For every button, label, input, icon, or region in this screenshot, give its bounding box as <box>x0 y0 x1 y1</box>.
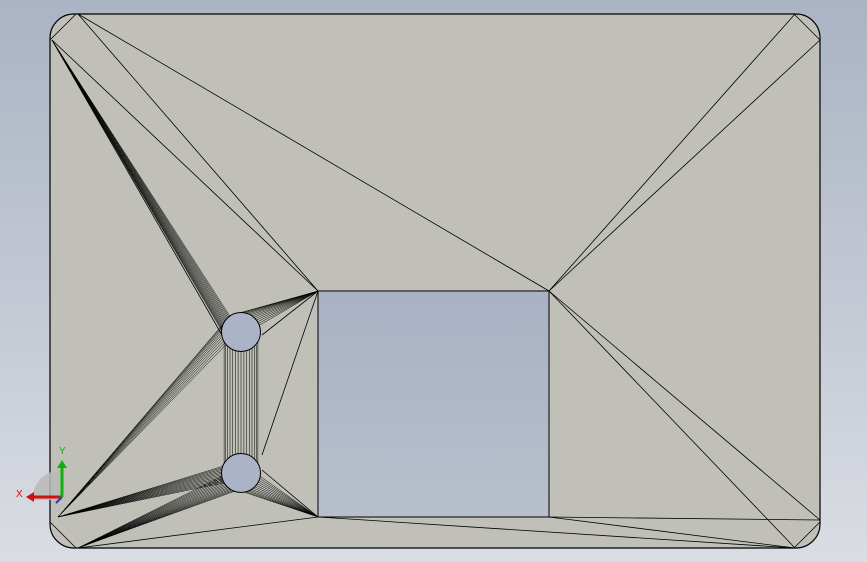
graphics-viewport[interactable]: X Y <box>0 0 867 562</box>
hole-lower[interactable] <box>221 453 261 493</box>
hole-upper[interactable] <box>221 312 261 352</box>
x-axis-label: X <box>16 489 23 500</box>
coordinate-triad: X Y <box>16 446 67 504</box>
y-axis-label: Y <box>59 446 66 457</box>
rectangular-pocket[interactable] <box>317 290 550 518</box>
model-view[interactable]: X Y <box>0 0 867 562</box>
